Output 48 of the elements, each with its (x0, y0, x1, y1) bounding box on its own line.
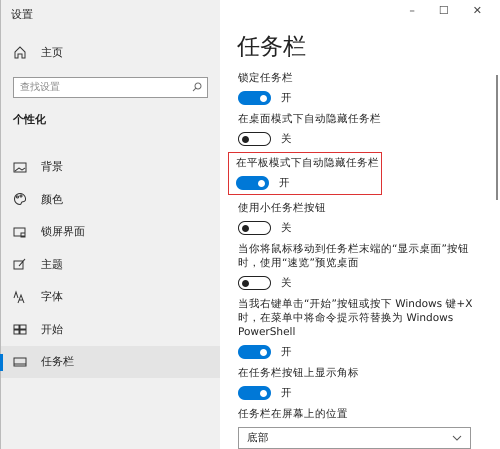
setting-label: 锁定任务栏 (238, 71, 293, 85)
font-icon (13, 290, 27, 304)
setting-label: 在平板模式下自动隐藏任务栏 (236, 156, 379, 170)
sidebar-item[interactable]: 任务栏 (1, 346, 220, 378)
toggle-switch[interactable] (236, 176, 269, 190)
search-field[interactable]: 查找设置 (13, 76, 208, 98)
sidebar-item[interactable]: 锁屏界面 (1, 216, 220, 248)
toggle-state: 关 (281, 276, 292, 290)
picture-icon (13, 160, 27, 174)
lock-screen-icon (13, 224, 27, 239)
toggle-state: 关 (281, 221, 292, 235)
toggle-switch[interactable] (238, 345, 271, 359)
chevron-icon (452, 435, 462, 441)
toggle-state: 关 (281, 132, 292, 146)
toggle-switch[interactable] (238, 91, 271, 105)
sidebar-item[interactable]: 主题 (1, 248, 220, 280)
setting-label: 在桌面模式下自动隐藏任务栏 (238, 112, 381, 126)
toggle-state: 开 (281, 91, 292, 105)
toggle-switch[interactable] (238, 276, 271, 290)
toggle-switch[interactable] (238, 132, 271, 146)
sidebar-item[interactable]: 颜色 (1, 183, 220, 216)
sidebar-item[interactable]: 背景 (1, 150, 220, 183)
taskbar-icon (13, 354, 27, 369)
setting-label: 使用小任务栏按钮 (238, 201, 326, 215)
section-heading: 个性化 (13, 112, 47, 126)
position-dropdown[interactable]: 底部 (238, 427, 471, 449)
start-icon (13, 322, 27, 336)
toggle-state: 开 (281, 345, 292, 359)
setting-label: 在任务栏按钮上显示角标 (238, 366, 359, 380)
toggle-switch[interactable] (238, 221, 271, 235)
window-title: 设置 (11, 7, 34, 22)
setting-label: 当我右键单击“开始”按钮或按下 Windows 键+X 时，在菜单中将命令提示符替换为 Windows PowerShell (238, 297, 474, 339)
theme-icon (13, 257, 27, 272)
toggle-switch[interactable] (238, 386, 271, 400)
setting-label: 当你将鼠标移动到任务栏末端的“显示桌面”按钮时，使用“速览”预览桌面 (238, 242, 470, 270)
maximize-button[interactable]: ☐ (438, 4, 449, 17)
setting-label: 任务栏在屏幕上的位置 (238, 407, 349, 421)
sidebar-item[interactable]: 字体 (1, 280, 220, 313)
page-title: 任务栏 (237, 33, 307, 62)
toggle-state: 开 (279, 176, 290, 190)
home-icon (13, 45, 27, 60)
toggle-state: 开 (281, 386, 292, 400)
home-nav-item[interactable]: 主页 (1, 36, 220, 68)
close-button[interactable]: ✕ (472, 4, 482, 17)
minimize-button[interactable]: – (409, 4, 415, 17)
sidebar-item[interactable]: 开始 (1, 313, 220, 346)
palette-icon (13, 192, 27, 206)
search-icon (192, 82, 202, 92)
